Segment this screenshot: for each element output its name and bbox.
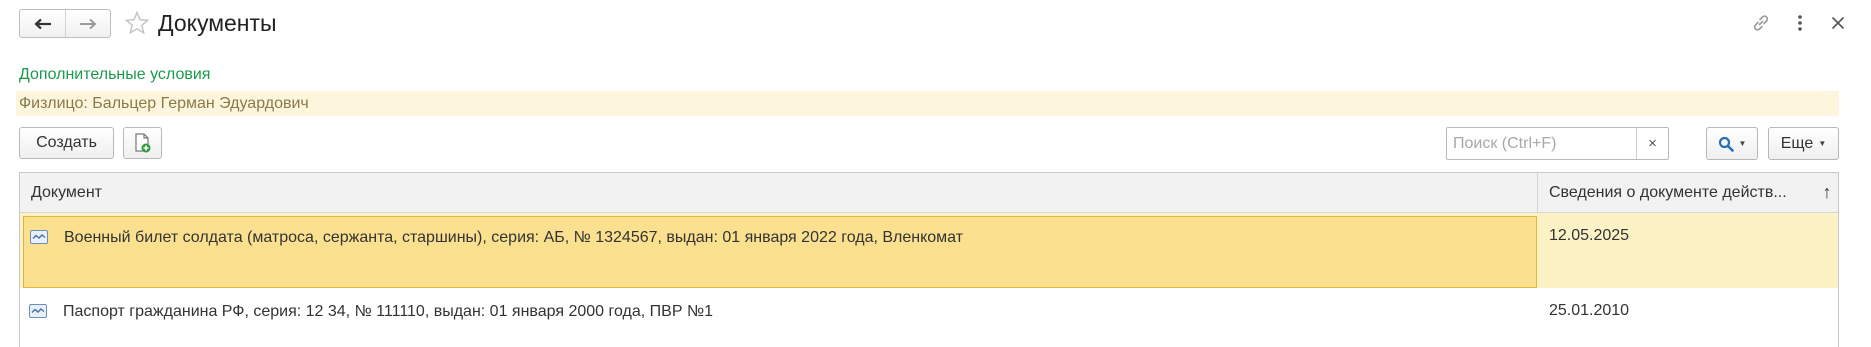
more-actions-button[interactable]: Еще ▼ <box>1768 127 1839 160</box>
forward-button[interactable] <box>65 10 110 37</box>
page-title: Документы <box>158 10 277 36</box>
new-document-icon <box>134 133 150 153</box>
arrow-right-icon <box>80 18 97 29</box>
star-icon <box>124 10 150 35</box>
clear-search-button[interactable]: × <box>1636 128 1668 159</box>
table-header: Документ Сведения о документе действ... … <box>20 173 1838 213</box>
link-button[interactable] <box>1749 11 1773 35</box>
find-button[interactable]: ▼ <box>1706 127 1758 160</box>
create-button[interactable]: Создать <box>19 127 114 159</box>
documents-table: Документ Сведения о документе действ... … <box>19 172 1839 347</box>
arrow-left-icon <box>33 18 51 29</box>
filter-text: Физлицо: Бальцер Герман Эдуардович <box>19 95 309 112</box>
column-header-validity-label: Сведения о документе действ... <box>1549 184 1787 201</box>
search-input[interactable] <box>1447 128 1636 159</box>
validity-date: 12.05.2025 <box>1549 227 1630 244</box>
additional-conditions-link[interactable]: Дополнительные условия <box>19 65 210 85</box>
table-row[interactable]: Военный билет солдата (матроса, сержанта… <box>20 213 1838 288</box>
more-actions-label: Еще <box>1780 134 1814 152</box>
document-name: Военный билет солдата (матроса, сержанта… <box>64 229 964 246</box>
more-vertical-icon <box>1798 15 1802 31</box>
column-header-validity[interactable]: Сведения о документе действ... ↑ <box>1538 173 1838 212</box>
document-name: Паспорт гражданина РФ, серия: 12 34, № 1… <box>63 303 714 320</box>
document-cell[interactable]: Военный билет солдата (матроса, сержанта… <box>23 216 1537 288</box>
sort-ascending-icon: ↑ <box>1822 182 1832 202</box>
new-document-button[interactable] <box>123 127 162 159</box>
column-header-document[interactable]: Документ <box>20 173 1538 212</box>
document-icon <box>30 230 48 244</box>
validity-date: 25.01.2010 <box>1549 302 1630 319</box>
favorite-button[interactable] <box>124 10 150 36</box>
table-row[interactable]: Паспорт гражданина РФ, серия: 12 34, № 1… <box>20 288 1838 347</box>
close-icon <box>1831 16 1845 30</box>
search-icon <box>1718 136 1734 152</box>
chevron-down-icon: ▼ <box>1738 139 1747 148</box>
filter-bar: Физлицо: Бальцер Герман Эдуардович <box>16 91 1839 116</box>
document-icon <box>29 304 47 318</box>
close-button[interactable] <box>1826 11 1850 35</box>
more-menu-button[interactable] <box>1788 11 1812 35</box>
search-box: × <box>1446 127 1669 160</box>
chevron-down-icon: ▼ <box>1818 139 1827 148</box>
link-icon <box>1753 15 1769 31</box>
navigation-buttons <box>19 9 111 38</box>
document-cell[interactable]: Паспорт гражданина РФ, серия: 12 34, № 1… <box>20 288 1538 347</box>
back-button[interactable] <box>20 10 65 37</box>
title-bar: Документы <box>0 0 1871 46</box>
